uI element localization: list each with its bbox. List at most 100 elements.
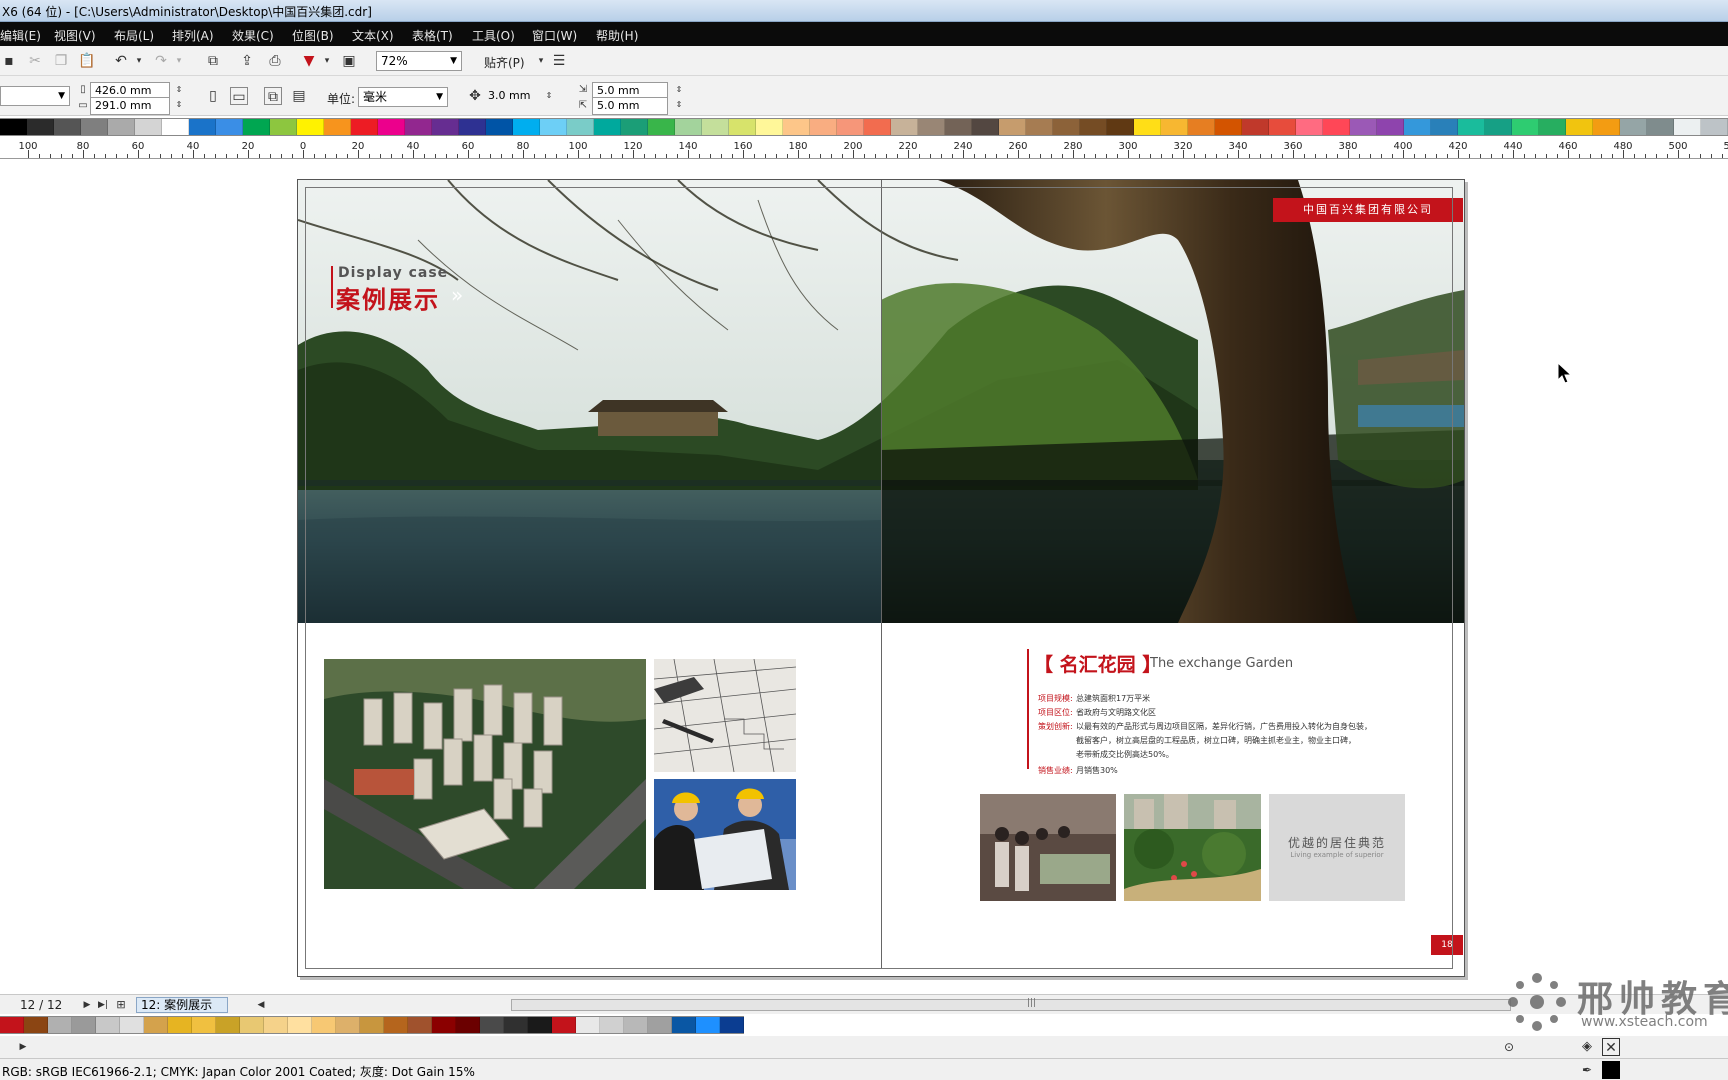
color-swatch[interactable]: [810, 119, 837, 135]
color-swatch[interactable]: [1458, 119, 1485, 135]
color-swatch[interactable]: [480, 1017, 504, 1033]
color-swatch[interactable]: [594, 119, 621, 135]
color-swatch[interactable]: [552, 1017, 576, 1033]
color-swatch[interactable]: [288, 1017, 312, 1033]
export-icon[interactable]: ⇪: [238, 52, 256, 70]
color-swatch[interactable]: [297, 119, 324, 135]
snap-to-button[interactable]: 贴齐(P): [484, 54, 525, 71]
menu-bitmaps[interactable]: 位图(B): [292, 27, 334, 44]
color-swatch[interactable]: [189, 119, 216, 135]
color-swatch[interactable]: [486, 119, 513, 135]
redo-dropdown-icon[interactable]: ▾: [170, 52, 188, 70]
unit-select[interactable]: 毫米 ▼: [358, 87, 448, 107]
color-swatch[interactable]: [432, 1017, 456, 1033]
color-swatch[interactable]: [48, 1017, 72, 1033]
color-swatch[interactable]: [1188, 119, 1215, 135]
menu-window[interactable]: 窗口(W): [532, 27, 577, 44]
landscape-icon[interactable]: ▭: [230, 87, 248, 105]
color-swatch[interactable]: [1539, 119, 1566, 135]
color-swatch[interactable]: [108, 119, 135, 135]
color-swatch[interactable]: [600, 1017, 624, 1033]
menu-layout[interactable]: 布局(L): [114, 27, 154, 44]
color-swatch[interactable]: [312, 1017, 336, 1033]
scroll-left-icon[interactable]: ◀: [252, 996, 270, 1014]
color-swatch[interactable]: [1512, 119, 1539, 135]
welcome-screen-icon[interactable]: ▣: [340, 52, 358, 70]
undo-icon[interactable]: ↶: [112, 52, 130, 70]
color-swatch[interactable]: [576, 1017, 600, 1033]
color-swatch[interactable]: [648, 1017, 672, 1033]
color-swatch[interactable]: [264, 1017, 288, 1033]
page-height-field[interactable]: 291.0 mm: [90, 97, 170, 115]
cut-icon[interactable]: ✂: [26, 52, 44, 70]
color-swatch[interactable]: [972, 119, 999, 135]
color-swatch[interactable]: [120, 1017, 144, 1033]
color-swatch[interactable]: [720, 1017, 744, 1033]
document-palette[interactable]: [0, 1016, 744, 1034]
color-swatch[interactable]: [27, 119, 54, 135]
document-page[interactable]: Display case 案例展示 » 中国百兴集团有限公司 【 名汇花园 】 …: [297, 179, 1465, 977]
no-fill-icon[interactable]: ✕: [1602, 1038, 1620, 1056]
snap-dropdown-icon[interactable]: ▾: [532, 52, 550, 70]
color-swatch[interactable]: [459, 119, 486, 135]
undo-dropdown-icon[interactable]: ▾: [130, 52, 148, 70]
expand-icon[interactable]: ▶: [14, 1038, 32, 1056]
fill-bucket-icon[interactable]: ◈: [1578, 1038, 1596, 1056]
publish-icon[interactable]: ⎙: [266, 52, 284, 70]
color-swatch[interactable]: [504, 1017, 528, 1033]
color-swatch[interactable]: [675, 119, 702, 135]
color-swatch[interactable]: [540, 119, 567, 135]
menu-tools[interactable]: 工具(O): [472, 27, 515, 44]
color-swatch[interactable]: [1269, 119, 1296, 135]
color-swatch[interactable]: [456, 1017, 480, 1033]
color-swatch[interactable]: [0, 1017, 24, 1033]
outline-color-swatch[interactable]: [1602, 1061, 1620, 1079]
color-swatch[interactable]: [1026, 119, 1053, 135]
import-icon[interactable]: ⧉: [204, 52, 222, 70]
color-swatch[interactable]: [24, 1017, 48, 1033]
color-swatch[interactable]: [360, 1017, 384, 1033]
menu-arrange[interactable]: 排列(A): [172, 27, 214, 44]
color-swatch[interactable]: [408, 1017, 432, 1033]
page-tab-12[interactable]: 12: 案例展示: [136, 997, 228, 1013]
color-swatch[interactable]: [1080, 119, 1107, 135]
color-swatch[interactable]: [891, 119, 918, 135]
color-swatch[interactable]: [864, 119, 891, 135]
color-swatch[interactable]: [432, 119, 459, 135]
color-swatch[interactable]: [54, 119, 81, 135]
color-swatch[interactable]: [324, 119, 351, 135]
color-swatch[interactable]: [405, 119, 432, 135]
color-swatch[interactable]: [528, 1017, 552, 1033]
duplicate-y-spinner-icon[interactable]: ⇕: [670, 96, 688, 114]
color-swatch[interactable]: [1215, 119, 1242, 135]
menu-edit[interactable]: 编辑(E): [0, 27, 41, 44]
color-swatch[interactable]: [1242, 119, 1269, 135]
add-page-icon[interactable]: ⊞: [112, 996, 130, 1014]
nudge-spinner-icon[interactable]: ⇕: [540, 87, 558, 105]
color-swatch[interactable]: [648, 119, 675, 135]
color-swatch[interactable]: [1161, 119, 1188, 135]
color-swatch[interactable]: [336, 1017, 360, 1033]
pen-outline-icon[interactable]: ✒: [1578, 1061, 1596, 1079]
color-swatch[interactable]: [72, 1017, 96, 1033]
last-page-icon[interactable]: ▶|: [94, 996, 112, 1014]
paper-size-select[interactable]: ▼: [0, 86, 70, 106]
color-swatch[interactable]: [270, 119, 297, 135]
color-swatch[interactable]: [162, 119, 189, 135]
color-swatch[interactable]: [999, 119, 1026, 135]
color-swatch[interactable]: [1377, 119, 1404, 135]
color-swatch[interactable]: [1485, 119, 1512, 135]
zoom-level-select[interactable]: 72% ▼: [376, 51, 462, 71]
color-swatch[interactable]: [96, 1017, 120, 1033]
menu-text[interactable]: 文本(X): [352, 27, 394, 44]
app-launcher-dropdown-icon[interactable]: ▾: [318, 52, 336, 70]
paste-icon[interactable]: 📋: [78, 52, 96, 70]
color-swatch[interactable]: [0, 119, 27, 135]
color-swatch[interactable]: [216, 1017, 240, 1033]
color-swatch[interactable]: [837, 119, 864, 135]
color-swatch[interactable]: [192, 1017, 216, 1033]
color-swatch[interactable]: [1674, 119, 1701, 135]
menu-help[interactable]: 帮助(H): [596, 27, 638, 44]
color-swatch[interactable]: [168, 1017, 192, 1033]
color-swatch[interactable]: [351, 119, 378, 135]
